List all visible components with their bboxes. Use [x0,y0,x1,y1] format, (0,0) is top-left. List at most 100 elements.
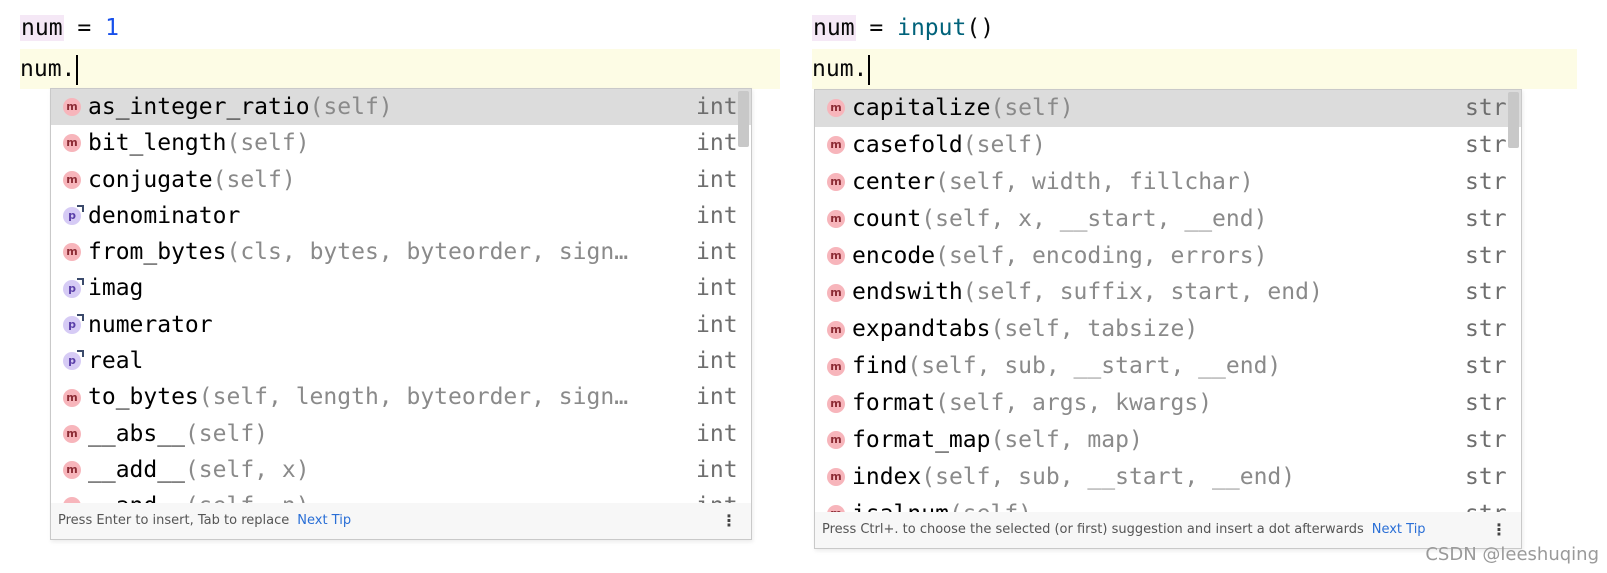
completion-item-imag[interactable]: p imag int [51,270,751,306]
completion-item-endswith[interactable]: m endswith(self, suffix, start, end) str [815,274,1521,311]
item-type: int [696,311,738,338]
item-params: (self, sub, __start, __end) [907,353,1282,380]
method-icon: m [63,424,81,443]
completion-item-count[interactable]: m count(self, x, __start, __end) str [815,201,1521,238]
item-type: str [1465,242,1507,269]
item-name: capitalize [852,95,991,121]
completion-item-format[interactable]: m format(self, args, kwargs) str [815,385,1521,422]
popup-scrollbar[interactable] [738,91,749,147]
completion-item-center[interactable]: m center(self, width, fillchar) str [815,164,1521,201]
item-type: int [696,94,738,120]
item-params: (self, map) [990,427,1143,454]
item-params: (self, suffix, start, end) [962,279,1323,306]
completion-popup: m capitalize(self) str m casefold(self) str m c… [814,89,1522,549]
item-signature: __and__(self, n) [88,488,310,503]
popup-footer: Press Enter to insert, Tab to replace Nex… [51,503,751,539]
item-signature: numerator [88,307,213,343]
item-type: int [696,420,738,447]
assign-operator: = [63,15,106,41]
completion-item-isalnum[interactable]: m isalnum(self) str [815,496,1521,512]
item-params: (self) [212,166,296,193]
code-line-1[interactable]: num = 1 [20,8,119,48]
completion-popup: m as_integer_ratio(self) int m bit_length(se… [50,88,752,540]
item-signature: conjugate(self) [88,162,296,198]
item-name: imag [88,275,144,302]
item-params: (self, x) [184,456,310,483]
item-params: (cls, bytes, byteorder, sign… [226,239,629,266]
completion-item-to-bytes[interactable]: m to_bytes(self, length, byteorder, sign…… [51,379,751,415]
code-line-2-current[interactable]: num. [812,49,1577,89]
item-type: int [696,488,738,503]
item-type: str [1465,427,1507,454]
method-icon: m [827,136,845,155]
item-signature: endswith(self, suffix, start, end) [852,274,1323,311]
item-name: center [852,168,936,195]
more-options-icon[interactable]: ⋮ [721,503,737,539]
completion-item-casefold[interactable]: m casefold(self) str [815,127,1521,164]
item-signature: real [88,343,143,379]
item-signature: format_map(self, map) [852,422,1143,459]
method-icon: m [63,98,81,117]
item-params: (self, tabsize) [990,316,1199,343]
item-type: str [1465,95,1507,121]
item-params: (self) [962,131,1046,158]
completion-item-denominator[interactable]: p denominator int [51,198,751,234]
item-params: (self) [309,94,393,120]
code-text: num. [20,56,76,82]
method-icon: m [63,388,81,407]
completion-item-expandtabs[interactable]: m expandtabs(self, tabsize) str [815,311,1521,348]
item-type: str [1465,390,1507,417]
item-name: conjugate [88,166,213,193]
more-options-icon[interactable]: ⋮ [1491,512,1507,548]
method-icon: m [63,134,81,153]
item-signature: count(self, x, __start, __end) [852,201,1267,238]
item-type: str [1465,496,1507,512]
footer-hint: Press Ctrl+. to choose the selected (or … [822,522,1364,537]
completion-item-find[interactable]: m find(self, sub, __start, __end) str [815,348,1521,385]
item-type: str [1465,353,1507,380]
item-name: __and__ [88,493,185,503]
item-name: real [88,348,144,375]
item-signature: __add__(self, x) [88,452,310,488]
item-params: (self) [990,95,1074,121]
item-name: as_integer_ratio [88,94,310,120]
completion-item-capitalize[interactable]: m capitalize(self) str [815,90,1521,127]
method-icon: m [827,505,845,512]
method-icon: m [827,210,845,229]
item-signature: to_bytes(self, length, byteorder, sign… [88,379,628,415]
footer-hint: Press Enter to insert, Tab to replace [58,513,290,528]
item-signature: capitalize(self) [852,90,1074,127]
item-signature: encode(self, encoding, errors) [852,238,1267,275]
next-tip-link[interactable]: Next Tip [297,513,351,528]
left-editor-panel: num = 1 num. m as_integer_ratio(self) int m… [0,0,790,573]
code-line-2-current[interactable]: num. [20,49,780,89]
completion-item-and[interactable]: m__and__(self, n)int [51,488,751,503]
completion-item-add[interactable]: m __add__(self, x) int [51,452,751,488]
completion-item-numerator[interactable]: p numerator int [51,307,751,343]
completion-item-format-map[interactable]: m format_map(self, map) str [815,422,1521,459]
code-line-1[interactable]: num = input() [812,8,994,48]
completion-item-from-bytes[interactable]: m from_bytes(cls, bytes, byteorder, sign…… [51,234,751,270]
item-type: int [696,202,738,229]
item-params: (self, encoding, errors) [935,242,1268,269]
method-icon: m [827,173,845,192]
next-tip-link[interactable]: Next Tip [1372,522,1426,537]
item-name: endswith [852,279,963,306]
completion-item-encode[interactable]: m encode(self, encoding, errors) str [815,238,1521,275]
watermark-text: CSDN @leeshuqing [1425,544,1599,565]
item-params: (self) [184,420,269,447]
property-icon: p [63,313,84,334]
completion-item-abs[interactable]: m __abs__(self) int [51,416,751,452]
completion-item-as-integer-ratio[interactable]: m as_integer_ratio(self) int [51,89,751,126]
item-signature: from_bytes(cls, bytes, byteorder, sign… [88,234,628,270]
completion-item-conjugate[interactable]: m conjugate(self) int [51,162,751,198]
completion-item-bit-length[interactable]: m bit_length(self) int [51,125,751,161]
popup-scrollbar[interactable] [1508,92,1519,148]
completion-item-index[interactable]: m index(self, sub, __start, __end) str [815,459,1521,496]
item-name: expandtabs [852,316,991,343]
item-type: int [696,130,738,157]
completion-item-real[interactable]: p real int [51,343,751,379]
item-signature: isalnum(self) [852,496,1032,512]
item-name: format [852,390,936,417]
item-type: int [696,456,738,483]
